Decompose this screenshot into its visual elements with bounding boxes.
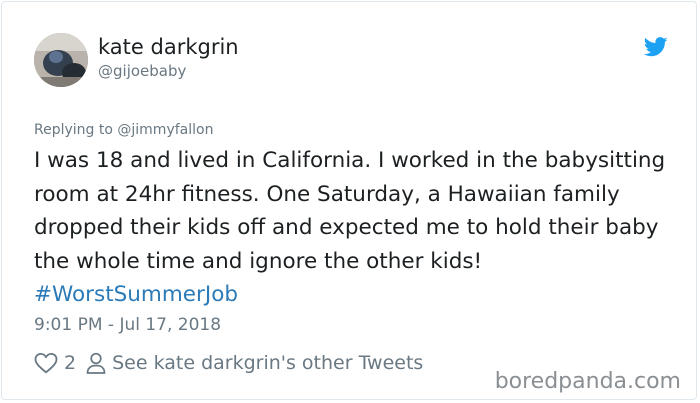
other-tweets-link[interactable]: See kate darkgrin's other Tweets	[112, 352, 423, 374]
user-display-name[interactable]: kate darkgrin	[98, 35, 239, 59]
person-icon	[86, 352, 106, 374]
tweet-actions: 2 See kate darkgrin's other Tweets	[34, 349, 423, 377]
twitter-bird-icon[interactable]	[643, 37, 668, 57]
reply-mention-link[interactable]: @jimmyfallon	[117, 122, 213, 138]
tweet-timestamp[interactable]: 9:01 PM - Jul 17, 2018	[34, 315, 221, 335]
tweet-text: I was 18 and lived in California. I work…	[34, 144, 684, 312]
heart-icon[interactable]	[34, 352, 58, 374]
hashtag-link[interactable]: #WorstSummerJob	[34, 282, 238, 307]
like-count[interactable]: 2	[64, 352, 76, 374]
replying-prefix: Replying to	[34, 122, 118, 138]
tweet-card: kate darkgrin @gijoebaby Replying to @ji…	[1, 1, 697, 400]
avatar-photo	[34, 33, 88, 87]
user-handle[interactable]: @gijoebaby	[98, 62, 186, 80]
tweet-body: I was 18 and lived in California. I work…	[34, 148, 666, 274]
watermark: boredpanda.com	[494, 369, 681, 394]
replying-to: Replying to @jimmyfallon	[34, 122, 213, 138]
avatar[interactable]	[34, 33, 88, 87]
